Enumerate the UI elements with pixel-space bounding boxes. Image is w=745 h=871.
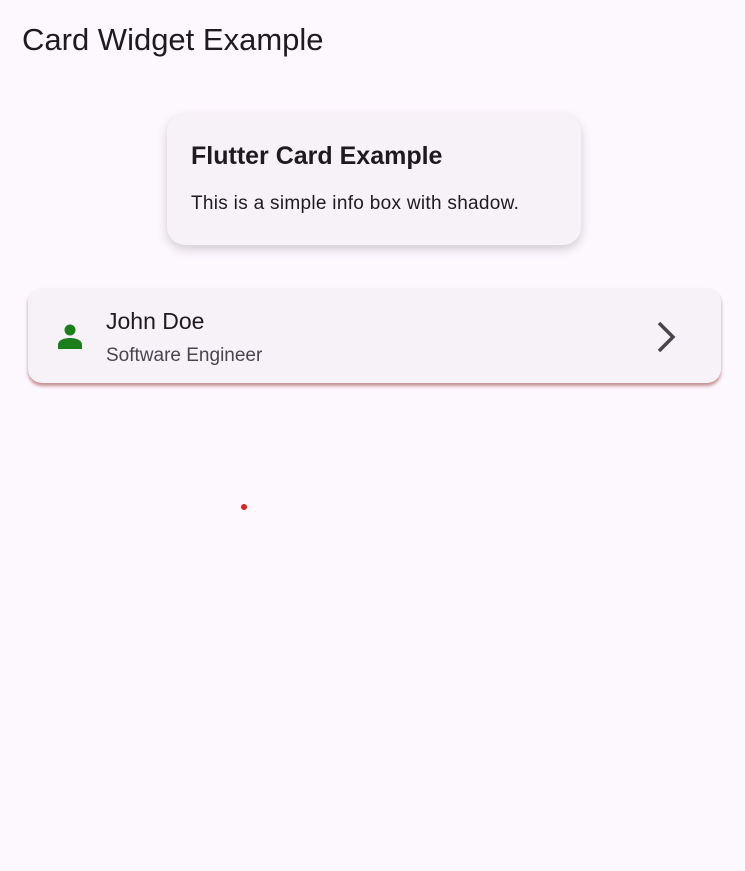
info-card-title: Flutter Card Example xyxy=(191,142,443,170)
app-bar-title: Card Widget Example xyxy=(22,22,324,57)
info-card: Flutter Card Example This is a simple in… xyxy=(167,114,581,245)
chevron-right-icon[interactable] xyxy=(655,320,679,359)
profile-list-tile[interactable] xyxy=(28,288,721,383)
tile-subtitle: Software Engineer xyxy=(106,345,263,366)
info-card-body: This is a simple info box with shadow. xyxy=(191,193,520,214)
person-icon xyxy=(56,322,84,355)
marker-dot xyxy=(241,504,247,510)
tile-title: John Doe xyxy=(106,308,205,334)
